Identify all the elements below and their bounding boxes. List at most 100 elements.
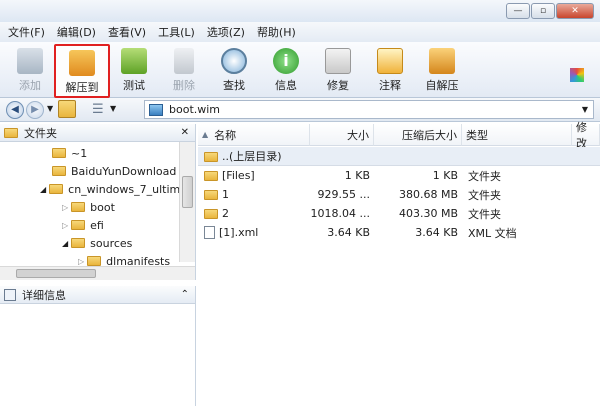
- extract-to-icon: [69, 50, 95, 76]
- folder-icon: [52, 166, 66, 176]
- menu-help[interactable]: 帮助(H): [257, 24, 296, 40]
- folder-tree-header: 文件夹 ✕: [0, 124, 195, 142]
- comment-icon: [377, 48, 403, 74]
- file-list: ▲ 名称 大小 压缩后大小 类型 修改 ..(上层目录) [Files] 1 KB…: [198, 121, 600, 406]
- xml-file-icon: [204, 226, 215, 240]
- window-controls: — ▫ ✕: [505, 3, 594, 19]
- close-pane-icon[interactable]: ✕: [181, 127, 189, 138]
- column-name[interactable]: ▲ 名称: [198, 124, 310, 146]
- column-modified[interactable]: 修改: [572, 121, 600, 150]
- view-list-icon[interactable]: ☰: [92, 102, 104, 117]
- history-dropdown-icon[interactable]: ▼: [47, 104, 53, 113]
- collapsed-icon[interactable]: ▷: [78, 257, 84, 266]
- folder-icon: [52, 148, 66, 158]
- find-icon: [221, 48, 247, 74]
- address-path: boot.wim: [169, 103, 221, 116]
- expand-icon[interactable]: ◢: [40, 185, 46, 194]
- file-row[interactable]: 2 1018.04 ... 403.30 MB 文件夹: [198, 204, 600, 223]
- expand-icon[interactable]: ◢: [62, 239, 68, 248]
- test-label: 测试: [123, 79, 145, 92]
- tree-item[interactable]: ▷ boot: [62, 198, 115, 216]
- tree-vertical-scrollbar[interactable]: [179, 142, 195, 262]
- add-label: 添加: [19, 79, 41, 92]
- theme-icon[interactable]: [570, 68, 584, 82]
- repair-icon: [325, 48, 351, 74]
- delete-button[interactable]: 删除: [162, 46, 206, 96]
- close-button[interactable]: ✕: [556, 3, 594, 19]
- menu-edit[interactable]: 编辑(D): [57, 24, 96, 40]
- address-bar: ◀ ▶ ▼ ☰ ▼ boot.wim ▼: [0, 98, 600, 122]
- repair-label: 修复: [327, 79, 349, 92]
- find-label: 查找: [223, 79, 245, 92]
- folder-icon: [71, 220, 86, 230]
- repair-button[interactable]: 修复: [316, 46, 360, 96]
- file-row[interactable]: [1].xml 3.64 KB 3.64 KB XML 文档: [198, 223, 600, 242]
- sfx-label: 自解压: [425, 79, 459, 92]
- delete-label: 删除: [173, 79, 195, 92]
- back-icon[interactable]: ◀: [6, 101, 24, 119]
- collapsed-icon[interactable]: ▷: [62, 221, 68, 230]
- tree-item[interactable]: ◢ cn_windows_7_ultima: [40, 180, 187, 198]
- delete-icon: [174, 48, 194, 74]
- sfx-button[interactable]: 自解压: [420, 46, 464, 96]
- details-pane: 详细信息 ⌃: [0, 286, 196, 406]
- tree-item[interactable]: ▷ efi: [62, 216, 104, 234]
- add-icon: [17, 48, 43, 74]
- maximize-button[interactable]: ▫: [531, 3, 555, 19]
- info-button[interactable]: i 信息: [264, 46, 308, 96]
- menu-file[interactable]: 文件(F): [8, 24, 45, 40]
- tree-item-selected[interactable]: ◢ sources: [62, 234, 132, 252]
- details-header: 详细信息 ⌃: [0, 286, 195, 304]
- column-packed[interactable]: 压缩后大小: [374, 124, 462, 146]
- menu-options[interactable]: 选项(Z): [207, 24, 245, 40]
- tree-item[interactable]: ~1: [52, 144, 87, 162]
- sfx-icon: [429, 48, 455, 74]
- sort-icon: ▲: [202, 130, 209, 139]
- forward-icon[interactable]: ▶: [26, 101, 44, 119]
- archive-icon: [149, 103, 163, 116]
- comment-label: 注释: [379, 79, 401, 92]
- folder-icon: [4, 127, 18, 138]
- find-button[interactable]: 查找: [212, 46, 256, 96]
- up-folder-icon[interactable]: [58, 100, 76, 118]
- file-row-up[interactable]: ..(上层目录): [198, 147, 600, 166]
- folder-icon: [204, 171, 218, 181]
- folder-icon: [71, 238, 86, 248]
- details-icon: [4, 288, 16, 301]
- menu-view[interactable]: 查看(V): [108, 24, 146, 40]
- comment-button[interactable]: 注释: [368, 46, 412, 96]
- column-size[interactable]: 大小: [310, 124, 374, 146]
- folder-icon: [204, 152, 218, 162]
- collapsed-icon[interactable]: ▷: [62, 203, 68, 212]
- tree-item[interactable]: BaiduYunDownload: [52, 162, 176, 180]
- folder-icon: [204, 209, 218, 219]
- address-dropdown-icon[interactable]: ▼: [582, 105, 588, 114]
- menu-bar: 文件(F) 编辑(D) 查看(V) 工具(L) 选项(Z) 帮助(H): [0, 22, 600, 42]
- test-button[interactable]: 测试: [112, 46, 156, 96]
- address-input[interactable]: boot.wim ▼: [144, 100, 594, 119]
- file-row[interactable]: 1 929.55 ... 380.68 MB 文件夹: [198, 185, 600, 204]
- extract-to-button[interactable]: 解压到: [54, 44, 110, 98]
- folder-icon: [204, 190, 218, 200]
- info-icon: i: [273, 48, 299, 74]
- folder-icon: [87, 256, 102, 266]
- details-title: 详细信息: [22, 288, 66, 302]
- extract-to-label: 解压到: [65, 81, 99, 94]
- folder-tree-title: 文件夹: [24, 126, 57, 140]
- add-button[interactable]: 添加: [8, 46, 52, 96]
- column-type[interactable]: 类型: [462, 124, 572, 146]
- folder-tree-pane: 文件夹 ✕ ~1 BaiduYunDownload ◢ cn_windows_7_…: [0, 124, 196, 280]
- toolbar: 添加 解压到 测试 删除 查找 i 信息 修复 注释 自解压: [0, 42, 600, 98]
- file-row[interactable]: [Files] 1 KB 1 KB 文件夹: [198, 166, 600, 185]
- folder-icon: [49, 184, 64, 194]
- view-dropdown-icon[interactable]: ▼: [110, 104, 116, 113]
- minimize-button[interactable]: —: [506, 3, 530, 19]
- menu-tools[interactable]: 工具(L): [158, 24, 195, 40]
- tree-horizontal-scrollbar[interactable]: [0, 266, 195, 280]
- scroll-thumb[interactable]: [182, 176, 193, 208]
- test-icon: [121, 48, 147, 74]
- info-label: 信息: [275, 79, 297, 92]
- collapse-icon[interactable]: ⌃: [181, 289, 189, 300]
- folder-icon: [71, 202, 86, 212]
- scroll-thumb[interactable]: [16, 269, 96, 278]
